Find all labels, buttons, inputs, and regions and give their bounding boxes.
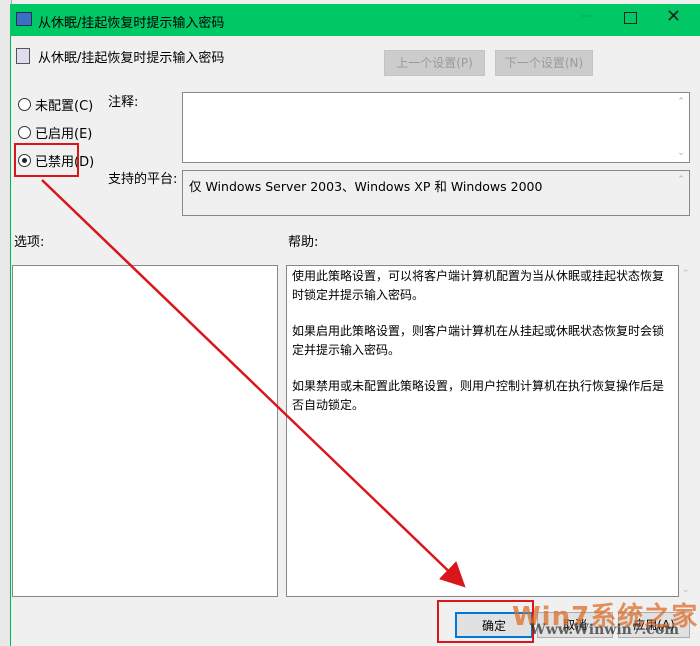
arrow-line: [41, 179, 466, 588]
watermark-url: Www.Winwin7.com: [530, 622, 680, 638]
annotation-arrow: [41, 179, 466, 588]
